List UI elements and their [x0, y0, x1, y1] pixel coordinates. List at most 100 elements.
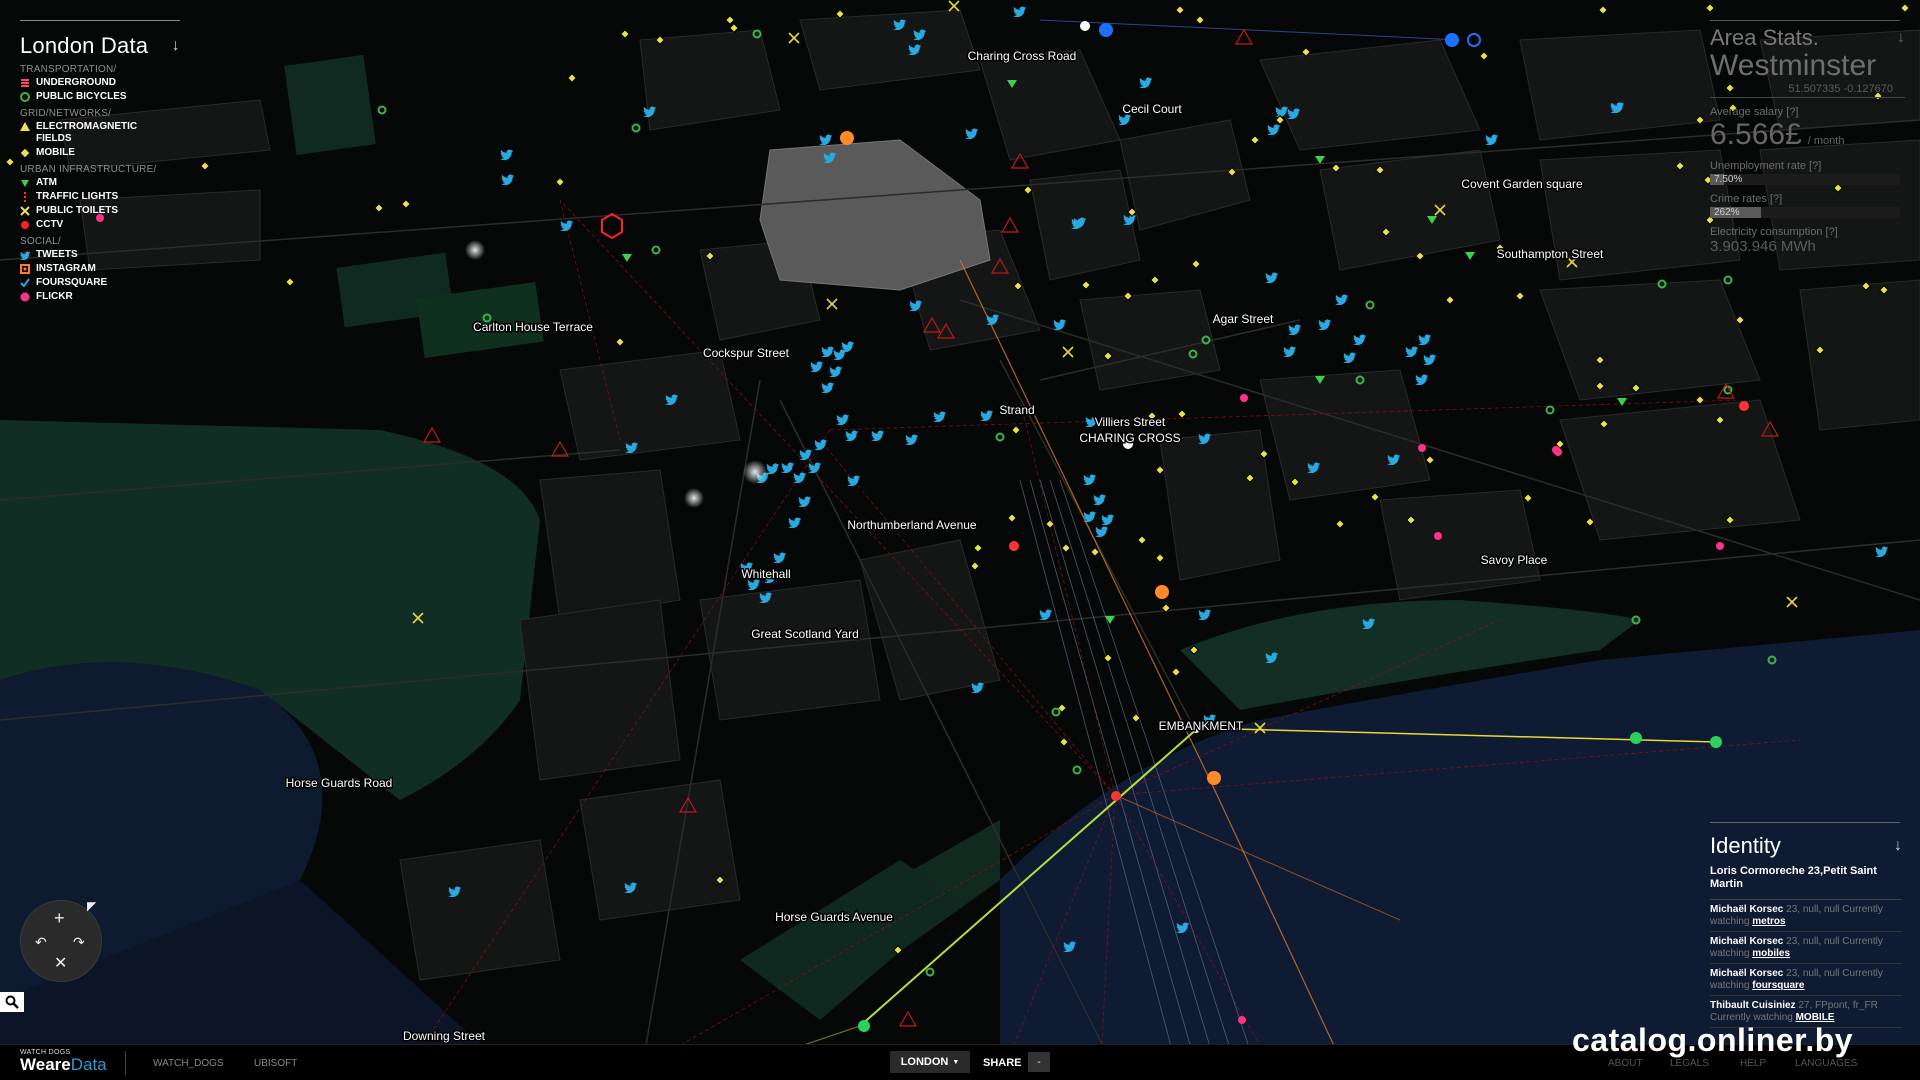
- watch-dogs-link[interactable]: WATCH_DOGS: [153, 1058, 224, 1069]
- cctv-icon: [20, 219, 36, 231]
- cctv-marker-icon[interactable]: [1111, 791, 1121, 801]
- legend-group-label: GRID/NETWORKS/: [20, 108, 112, 119]
- identity-panel: Identity ↓ Loris Cormoreche 23,Petit Sai…: [1710, 822, 1902, 1028]
- crime-value: 262%: [1714, 207, 1740, 218]
- street-label: Downing Street: [403, 1029, 486, 1043]
- street-label: Charing Cross Road: [968, 49, 1077, 63]
- atm-icon: [20, 177, 36, 189]
- zoom-control[interactable]: + ↶ ↷ ✕ ◤: [20, 897, 102, 982]
- footer-link-languages[interactable]: LANGUAGES: [1795, 1058, 1857, 1069]
- entry-link[interactable]: mobiles: [1752, 948, 1790, 959]
- legend-item-label: ELECTROMAGNETIC FIELDS: [36, 121, 138, 144]
- search-button[interactable]: [0, 992, 24, 1012]
- emf-node-icon[interactable]: [858, 1020, 870, 1032]
- share-button[interactable]: -: [1028, 1052, 1050, 1072]
- ubisoft-link[interactable]: UBISOFT: [254, 1058, 297, 1069]
- watermark: catalog.onliner.by: [1572, 1022, 1854, 1058]
- electricity-label[interactable]: Electricity consumption [?]: [1710, 226, 1905, 238]
- street-label: Strand: [999, 403, 1034, 417]
- flickr-marker-icon[interactable]: [1240, 394, 1248, 402]
- street-label: Great Scotland Yard: [751, 627, 859, 641]
- entry-link[interactable]: metros: [1752, 916, 1785, 927]
- city-select[interactable]: LONDON ▼: [890, 1051, 970, 1073]
- street-label: Northumberland Avenue: [847, 518, 977, 532]
- identity-collapse-icon[interactable]: ↓: [1894, 837, 1902, 855]
- share-label[interactable]: SHARE: [983, 1057, 1022, 1069]
- legend-item-public-toilets[interactable]: PUBLIC TOILETS: [20, 205, 180, 217]
- foursquare-icon: [20, 277, 36, 289]
- legend-item-atm[interactable]: ATM: [20, 177, 180, 189]
- instagram-marker-icon[interactable]: [1207, 771, 1221, 785]
- cctv-marker-icon[interactable]: [1739, 401, 1749, 411]
- flickr-marker-icon[interactable]: [1418, 444, 1426, 452]
- unemployment-label[interactable]: Unemployment rate [?]: [1710, 160, 1905, 172]
- stats-area-name: Westminster: [1710, 49, 1877, 82]
- instagram-marker-icon[interactable]: [1155, 585, 1169, 599]
- unemployment-value: 7.50%: [1714, 174, 1743, 185]
- street-label: Carlton House Terrace: [473, 320, 593, 334]
- brand-name: WeareData: [20, 1055, 112, 1075]
- legend-item-instagram[interactable]: INSTAGRAM: [20, 263, 180, 275]
- underground-marker-icon[interactable]: [1445, 33, 1459, 47]
- area-stats-panel: Area Stats. ↓ Westminster 51.507335 -0.1…: [1710, 20, 1905, 255]
- underground-marker-icon[interactable]: [1099, 23, 1113, 37]
- stats-collapse-icon[interactable]: ↓: [1897, 29, 1905, 47]
- legend-item-label: UNDERGROUND: [36, 77, 116, 88]
- legend-title[interactable]: London Data ↓: [20, 33, 180, 59]
- search-icon: [5, 995, 19, 1009]
- flickr-marker-icon[interactable]: [1716, 542, 1724, 550]
- legend-item-underground[interactable]: UNDERGROUND: [20, 77, 180, 89]
- legend-group-label: TRANSPORTATION/: [20, 64, 117, 75]
- emf-node-icon[interactable]: [1710, 736, 1722, 748]
- footer-link-legals[interactable]: LEGALS: [1670, 1058, 1709, 1069]
- legend-item-tweets[interactable]: TWEETS: [20, 249, 180, 261]
- station-marker-icon[interactable]: [1080, 21, 1090, 31]
- identity-user: Loris Cormoreche 23,Petit Saint Martin: [1710, 865, 1902, 900]
- identity-entry: Michaël Korsec 23, null, null Currently …: [1710, 932, 1902, 964]
- legend-item-traffic-lights[interactable]: TRAFFIC LIGHTS: [20, 191, 180, 203]
- rotate-left-icon[interactable]: ↶: [35, 933, 47, 951]
- divider: [125, 1051, 126, 1075]
- flickr-marker-icon[interactable]: [1238, 1016, 1246, 1024]
- legend-item-electromagnetic-fields[interactable]: ELECTROMAGNETIC FIELDS: [20, 121, 180, 145]
- street-label: EMBANKMENT: [1159, 719, 1244, 733]
- entry-link[interactable]: foursquare: [1752, 980, 1804, 991]
- legend-item-cctv[interactable]: CCTV: [20, 219, 180, 231]
- rotate-right-icon[interactable]: ↷: [73, 933, 85, 951]
- identity-entry: Michaël Korsec 23, null, null Currently …: [1710, 964, 1902, 996]
- legend-item-mobile[interactable]: MOBILE: [20, 147, 180, 159]
- zoom-out-icon[interactable]: ✕: [54, 955, 67, 973]
- cctv-marker-icon[interactable]: [1009, 541, 1019, 551]
- crime-label[interactable]: Crime rates [?]: [1710, 193, 1905, 205]
- legend-item-label: PUBLIC BICYCLES: [36, 91, 127, 102]
- entry-name: Thibault Cuisiniez: [1710, 1000, 1796, 1011]
- salary-label[interactable]: Average salary [?]: [1710, 106, 1905, 118]
- instagram-marker-icon[interactable]: [840, 131, 854, 145]
- street-label: Whitehall: [741, 567, 790, 581]
- legend-item-label: MOBILE: [36, 147, 75, 158]
- flickr-marker-icon[interactable]: [1554, 448, 1562, 456]
- flickr-icon: [20, 291, 36, 303]
- legend-item-label: FOURSQUARE: [36, 277, 108, 288]
- footer-link-about[interactable]: ABOUT: [1608, 1058, 1642, 1069]
- underground-icon: [20, 77, 36, 89]
- legend-item-label: CCTV: [36, 219, 64, 230]
- flickr-marker-icon[interactable]: [1434, 532, 1442, 540]
- brand-logo[interactable]: WATCH DOGS WeareData: [20, 1049, 112, 1079]
- footer-link-help[interactable]: HELP: [1740, 1058, 1766, 1069]
- zoom-in-icon[interactable]: +: [54, 909, 65, 927]
- entry-name: Michaël Korsec: [1710, 904, 1784, 915]
- street-label: Horse Guards Avenue: [775, 910, 893, 924]
- legend-item-foursquare[interactable]: FOURSQUARE: [20, 277, 180, 289]
- legend-item-flickr[interactable]: FLICKR: [20, 291, 180, 303]
- tilt-icon[interactable]: ◤: [87, 897, 96, 915]
- city-select-label: LONDON: [900, 1056, 949, 1068]
- chevron-down-icon: ▼: [952, 1058, 960, 1066]
- legend-item-public-bicycles[interactable]: PUBLIC BICYCLES: [20, 91, 180, 103]
- collapse-arrow-icon[interactable]: ↓: [172, 37, 180, 55]
- mobile-icon: [20, 147, 36, 159]
- bicycle-icon: [20, 91, 36, 103]
- instagram-icon: [20, 263, 36, 275]
- city-map[interactable]: Charing Cross Road Cecil Court Covent Gard…: [0, 0, 1920, 1080]
- emf-node-icon[interactable]: [1630, 732, 1642, 744]
